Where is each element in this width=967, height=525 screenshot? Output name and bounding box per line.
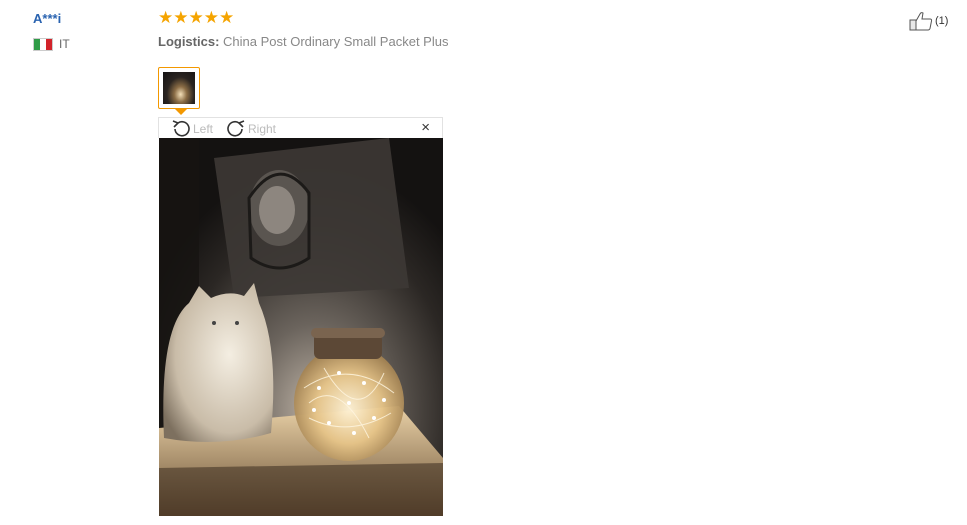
rotate-left-icon xyxy=(172,120,190,137)
review-photo-image xyxy=(159,138,443,516)
like-button[interactable]: (1) xyxy=(909,11,948,31)
logistics-info: Logistics: China Post Ordinary Small Pac… xyxy=(158,34,448,49)
review-photo-thumbnail[interactable] xyxy=(158,67,200,109)
rotate-right-icon xyxy=(227,120,245,137)
italy-flag-icon xyxy=(33,37,53,51)
rotate-right-label: Right xyxy=(248,122,277,136)
rotate-right-button[interactable]: Right xyxy=(225,119,276,139)
review-photo-large xyxy=(159,138,443,516)
reviewer-name: A***i xyxy=(33,11,62,26)
image-viewer-toolbar: Left Right × xyxy=(158,117,443,138)
like-count: (1) xyxy=(935,15,949,27)
star-rating: ★★★★★ xyxy=(158,8,235,27)
rotate-left-label: Left xyxy=(193,122,214,136)
logistics-value: China Post Ordinary Small Packet Plus xyxy=(223,34,449,49)
reviewer-country: IT xyxy=(33,37,70,51)
country-code: IT xyxy=(59,37,70,51)
close-viewer-button[interactable]: × xyxy=(421,120,430,136)
thumbnail-pointer xyxy=(175,109,187,115)
like-thumb-icon xyxy=(909,12,933,31)
thumbnail-image xyxy=(163,72,195,104)
rotate-left-button[interactable]: Left xyxy=(170,119,213,139)
logistics-label: Logistics: xyxy=(158,34,220,49)
